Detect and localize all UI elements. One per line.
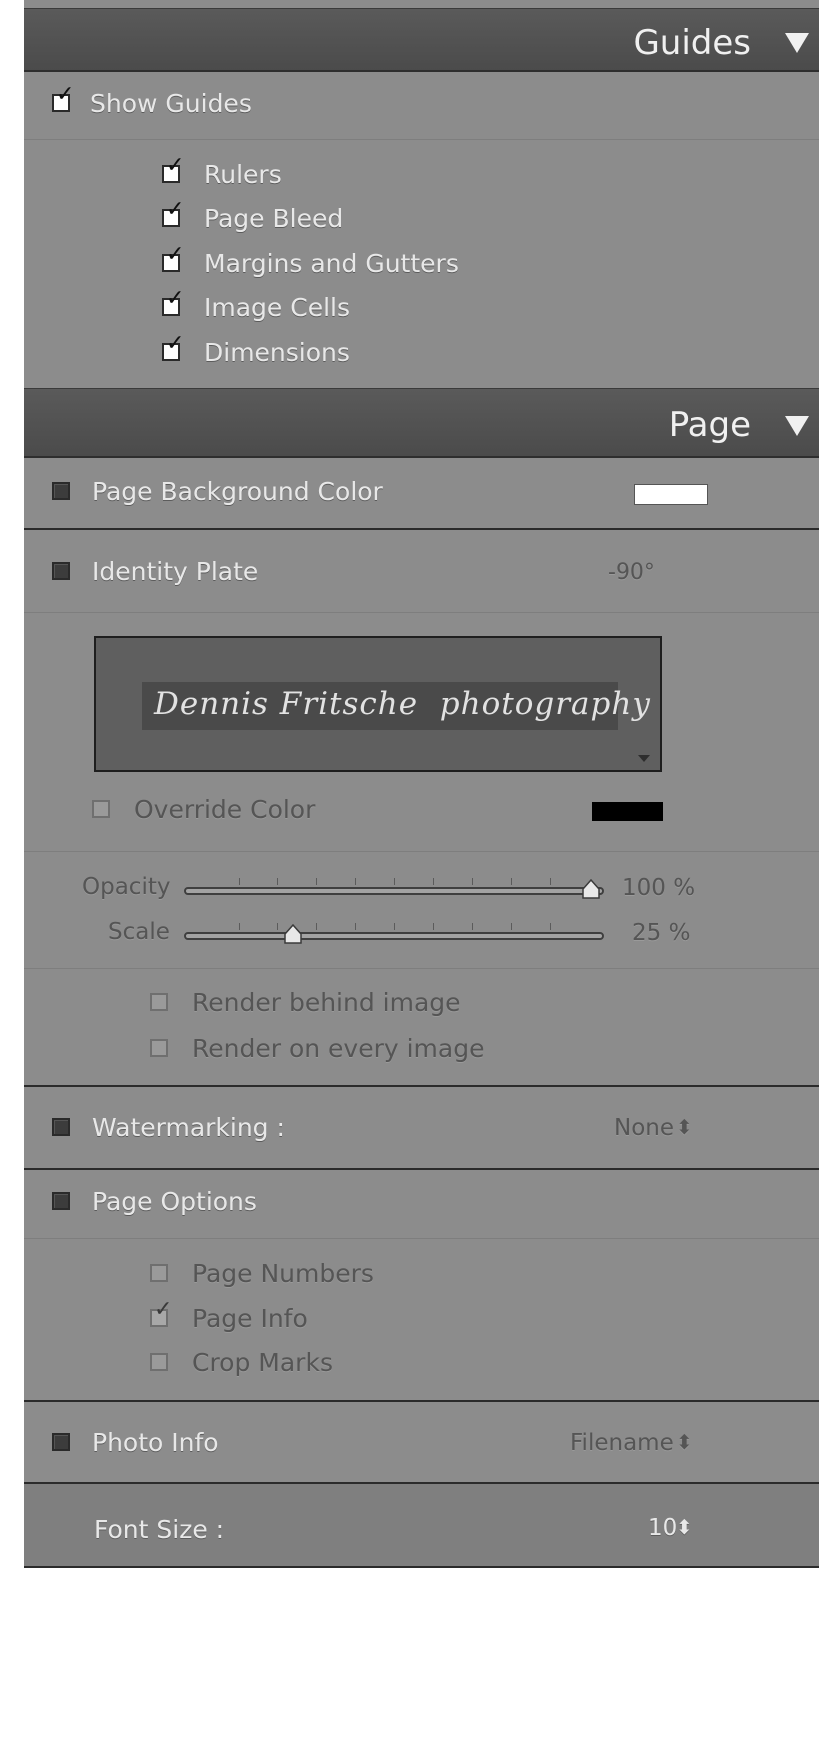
photo-info-label: Photo Info <box>92 1428 219 1457</box>
slider-tick <box>472 923 473 930</box>
override-color-swatch[interactable] <box>592 802 663 821</box>
crop-marks-checkbox[interactable] <box>150 1353 168 1371</box>
checkmark-icon: ✓ <box>166 153 185 178</box>
divider <box>24 968 819 969</box>
scale-slider-track[interactable] <box>184 932 604 940</box>
dimensions-checkbox[interactable]: ✓ <box>162 333 184 361</box>
dimensions-label: Dimensions <box>204 338 350 367</box>
page-bleed-label: Page Bleed <box>204 204 344 233</box>
slider-tick <box>394 923 395 930</box>
slider-tick <box>511 923 512 930</box>
rulers-label: Rulers <box>204 160 282 189</box>
override-color-label: Override Color <box>134 795 316 824</box>
scale-slider-thumb[interactable] <box>282 924 304 946</box>
page-options-label: Page Options <box>92 1187 257 1216</box>
scale-label: Scale <box>108 919 170 945</box>
checkmark-icon: ✓ <box>166 286 185 311</box>
image-cells-checkbox[interactable]: ✓ <box>162 288 184 316</box>
image-cells-label: Image Cells <box>204 293 350 322</box>
divider <box>24 139 819 140</box>
identity-plate-preview[interactable]: Dennis Fritsche photography <box>94 636 662 772</box>
opacity-label: Opacity <box>82 874 171 900</box>
page-info-label: Page Info <box>192 1304 308 1333</box>
page-title: Page <box>668 405 751 445</box>
photo-info-checkbox[interactable] <box>52 1433 70 1451</box>
slider-tick <box>550 878 551 885</box>
chevron-down-icon[interactable] <box>638 755 650 762</box>
page-bleed-checkbox[interactable]: ✓ <box>162 199 184 227</box>
opacity-slider-thumb[interactable] <box>580 879 602 901</box>
checkmark-icon: ✓ <box>166 197 185 222</box>
page-numbers-checkbox[interactable] <box>150 1264 168 1282</box>
slider-tick <box>239 923 240 930</box>
checkmark-icon: ✓ <box>56 82 75 107</box>
slider-tick <box>277 878 278 885</box>
slider-tick <box>316 878 317 885</box>
identity-plate-text-box: Dennis Fritsche photography <box>142 682 650 730</box>
identity-plate-text: Dennis Fritsche photography <box>154 686 651 722</box>
slider-tick <box>433 878 434 885</box>
scale-value[interactable]: 25 % <box>632 920 690 946</box>
page-background-label: Page Background Color <box>92 477 383 506</box>
guides-title: Guides <box>633 23 751 63</box>
slider-tick <box>355 878 356 885</box>
divider <box>24 528 819 530</box>
render-behind-label: Render behind image <box>192 988 461 1017</box>
slider-tick <box>355 923 356 930</box>
identity-plate-checkbox[interactable] <box>52 562 70 580</box>
divider <box>24 1085 819 1087</box>
slider-tick <box>239 878 240 885</box>
margins-checkbox[interactable]: ✓ <box>162 244 184 272</box>
opacity-value[interactable]: 100 % <box>622 875 695 901</box>
slider-tick <box>316 923 317 930</box>
identity-plate-label: Identity Plate <box>92 557 259 586</box>
page-numbers-label: Page Numbers <box>192 1259 374 1288</box>
watermarking-label: Watermarking : <box>92 1113 285 1142</box>
slider-tick <box>550 923 551 930</box>
page-header[interactable]: Page <box>24 388 819 458</box>
background-color-swatch[interactable] <box>634 484 708 505</box>
font-size-label: Font Size : <box>94 1515 225 1544</box>
divider <box>24 1168 819 1170</box>
slider-tick <box>394 878 395 885</box>
rulers-checkbox[interactable]: ✓ <box>162 155 184 183</box>
up-down-arrows-icon[interactable]: ⬍ <box>676 1115 693 1139</box>
opacity-slider-track[interactable] <box>184 887 604 895</box>
collapse-triangle-icon[interactable] <box>785 416 809 436</box>
render-behind-checkbox[interactable] <box>150 993 168 1011</box>
watermarking-value[interactable]: None <box>614 1115 674 1141</box>
divider <box>24 612 819 613</box>
up-down-arrows-icon[interactable]: ⬍ <box>676 1515 693 1539</box>
page-background-checkbox[interactable] <box>52 482 70 500</box>
checkmark-icon: ✓ <box>166 331 185 356</box>
slider-tick <box>472 878 473 885</box>
up-down-arrows-icon[interactable]: ⬍ <box>676 1430 693 1454</box>
font-size-value[interactable]: 10 <box>648 1515 677 1541</box>
print-right-panel: Guides ✓ Show Guides ✓ Rulers ✓ Page Ble… <box>24 0 819 1759</box>
page-info-checkbox[interactable]: ✓ <box>150 1299 172 1327</box>
guides-header[interactable]: Guides <box>24 8 819 72</box>
divider <box>24 1238 819 1239</box>
slider-tick <box>433 923 434 930</box>
divider <box>24 851 819 852</box>
panel-footer <box>24 1568 819 1759</box>
render-every-label: Render on every image <box>192 1034 485 1063</box>
photo-info-value[interactable]: Filename <box>570 1430 674 1456</box>
override-color-checkbox[interactable] <box>92 800 110 818</box>
watermarking-checkbox[interactable] <box>52 1118 70 1136</box>
divider <box>24 1400 819 1402</box>
checkmark-icon: ✓ <box>166 242 185 267</box>
show-guides-checkbox[interactable]: ✓ <box>52 84 74 112</box>
identity-plate-rotation[interactable]: -90° <box>608 560 655 585</box>
slider-tick <box>277 923 278 930</box>
margins-label: Margins and Gutters <box>204 249 459 278</box>
show-guides-label: Show Guides <box>90 89 252 118</box>
render-every-checkbox[interactable] <box>150 1039 168 1057</box>
slider-tick <box>511 878 512 885</box>
crop-marks-label: Crop Marks <box>192 1348 333 1377</box>
collapse-triangle-icon[interactable] <box>785 33 809 53</box>
page-options-checkbox[interactable] <box>52 1192 70 1210</box>
checkmark-icon: ✓ <box>154 1297 173 1322</box>
